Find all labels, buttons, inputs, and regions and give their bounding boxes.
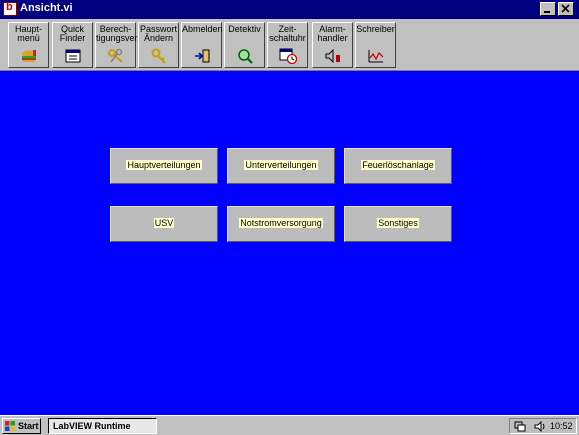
keys-icon xyxy=(108,48,123,63)
logout-arrow-icon xyxy=(195,49,210,63)
schreiber-label: Schreiber xyxy=(356,24,395,34)
usv-label: USV xyxy=(153,218,175,228)
system-tray: 10:52 xyxy=(509,418,577,434)
title-bar: Ansicht.vi xyxy=(0,0,579,19)
hauptmenu-button[interactable]: Haupt- menü xyxy=(8,22,49,68)
burger-menu-icon xyxy=(22,50,36,62)
alarmhandler-label: Alarm- handler xyxy=(317,24,348,43)
berechtigungsverwaltung-button[interactable]: Berech- tigungsver. xyxy=(95,22,140,68)
hauptmenu-label: Haupt- menü xyxy=(14,24,42,43)
unterverteilungen-button[interactable]: Unterverteilungen xyxy=(227,148,335,184)
chart-recorder-icon xyxy=(368,50,384,63)
hauptverteilungen-button[interactable]: Hauptverteilungen xyxy=(110,148,218,184)
calendar-clock-icon xyxy=(279,48,297,64)
quick-finder-label: Quick Finder xyxy=(59,24,86,43)
schreiber-button[interactable]: Schreiber xyxy=(355,22,396,68)
labview-app-icon[interactable] xyxy=(3,1,17,16)
passwort-aendern-label: Passwort Ändern xyxy=(139,24,177,43)
start-label: Start xyxy=(18,421,39,431)
feuerloeschanlage-button[interactable]: Feuerlöschanlage xyxy=(344,148,452,184)
magnifier-icon xyxy=(238,49,253,64)
speaker-alarm-icon xyxy=(325,48,340,64)
windows-logo-icon xyxy=(5,421,15,431)
hauptverteilungen-label: Hauptverteilungen xyxy=(126,160,202,170)
speaker-icon[interactable] xyxy=(534,421,546,432)
sonstiges-label: Sonstiges xyxy=(377,218,419,228)
main-panel: Hauptverteilungen Unterverteilungen Feue… xyxy=(0,71,579,415)
window-title: Ansicht.vi xyxy=(20,2,73,14)
toolbar: Haupt- menü Quick Finder Berech- tigungs… xyxy=(0,19,579,71)
alarmhandler-button[interactable]: Alarm- handler xyxy=(312,22,353,68)
clock[interactable]: 10:52 xyxy=(550,421,573,431)
taskbar-item-label: LabVIEW Runtime xyxy=(53,421,131,431)
network-icon[interactable] xyxy=(514,421,526,432)
unterverteilungen-label: Unterverteilungen xyxy=(244,160,318,170)
close-icon[interactable] xyxy=(558,2,574,16)
key-icon xyxy=(151,48,166,64)
taskbar: Start LabVIEW Runtime 10:52 xyxy=(0,415,579,435)
abmelden-label: Abmelden xyxy=(182,24,223,34)
detektiv-button[interactable]: Detektiv xyxy=(224,22,265,68)
notstromversorgung-label: Notstromversorgung xyxy=(239,218,323,228)
minimize-icon[interactable] xyxy=(540,2,556,16)
abmelden-button[interactable]: Abmelden xyxy=(181,22,223,68)
zeitschaltuhr-label: Zeit- schaltuhr xyxy=(269,24,306,43)
start-button[interactable]: Start xyxy=(2,418,41,434)
passwort-aendern-button[interactable]: Passwort Ändern xyxy=(138,22,179,68)
usv-button[interactable]: USV xyxy=(110,206,218,242)
quick-finder-button[interactable]: Quick Finder xyxy=(52,22,93,68)
taskbar-item-labview[interactable]: LabVIEW Runtime xyxy=(48,418,157,434)
detektiv-label: Detektiv xyxy=(228,24,261,34)
sonstiges-button[interactable]: Sonstiges xyxy=(344,206,452,242)
berechtigungsverwaltung-label: Berech- tigungsver. xyxy=(96,24,140,43)
feuerloeschanlage-label: Feuerlöschanlage xyxy=(361,160,435,170)
finder-window-icon xyxy=(65,49,81,63)
notstromversorgung-button[interactable]: Notstromversorgung xyxy=(227,206,335,242)
zeitschaltuhr-button[interactable]: Zeit- schaltuhr xyxy=(267,22,308,68)
